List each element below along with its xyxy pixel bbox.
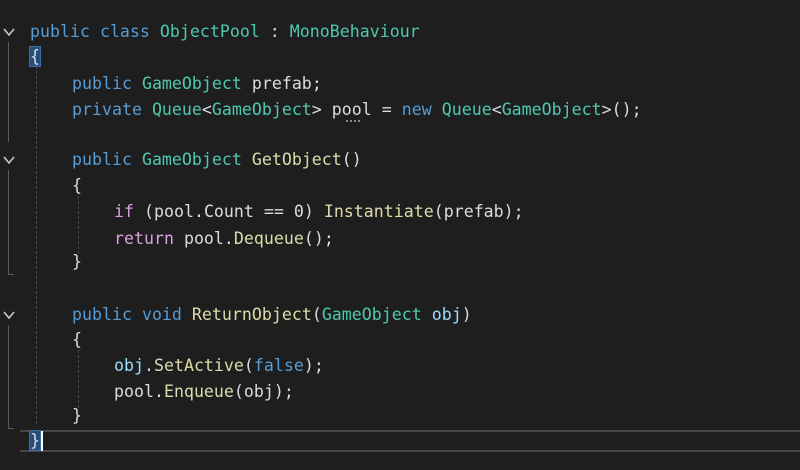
- suggestion-squiggle: [346, 117, 360, 122]
- code-line-close-brace[interactable]: }: [72, 250, 82, 274]
- code-line-close-brace[interactable]: }: [72, 404, 82, 428]
- punctuation: (: [311, 305, 322, 324]
- keyword: new: [401, 100, 432, 119]
- operator: :: [259, 22, 290, 41]
- code-line-return-statement[interactable]: return pool.Dequeue();: [114, 227, 334, 251]
- punctuation: (: [133, 202, 154, 221]
- method-name: Enqueue: [163, 382, 234, 401]
- current-line-highlight: [20, 430, 800, 452]
- type-name: GameObject: [211, 100, 312, 119]
- code-line-returnobject-signature[interactable]: public void ReturnObject(GameObject obj): [72, 303, 472, 327]
- control-keyword: return: [114, 229, 174, 248]
- punctuation: ): [461, 305, 472, 324]
- method-name: ReturnObject: [191, 305, 312, 324]
- property: Count: [203, 202, 254, 221]
- indent-guide: [36, 46, 37, 424]
- code-line-class-declaration[interactable]: public class ObjectPool : MonoBehaviour: [30, 20, 420, 44]
- code-line-setactive-call[interactable]: obj.SetActive(false);: [114, 354, 324, 378]
- brace-highlighted: }: [29, 430, 41, 451]
- punctuation: ();: [611, 100, 642, 119]
- arguments: (obj);: [233, 382, 294, 401]
- fold-chevron-down-icon[interactable]: [3, 309, 15, 321]
- control-keyword: if: [114, 202, 134, 221]
- brace: {: [72, 176, 82, 195]
- method-name: Instantiate: [323, 202, 434, 221]
- punctuation: ;: [311, 74, 322, 93]
- arguments: (prefab);: [433, 202, 524, 221]
- fold-region-end: [8, 274, 14, 275]
- keyword: private: [72, 100, 142, 119]
- brace: {: [72, 330, 82, 349]
- field-name: prefab: [251, 74, 312, 93]
- code-line-open-brace[interactable]: {: [72, 174, 82, 198]
- punctuation: >: [311, 100, 322, 119]
- fold-chevron-down-icon[interactable]: [3, 26, 15, 38]
- keyword: public: [30, 22, 90, 41]
- brace: }: [72, 252, 82, 271]
- punctuation: );: [303, 356, 324, 375]
- keyword: public: [72, 74, 132, 93]
- type-name: Queue: [151, 100, 202, 119]
- indent-guide: [78, 196, 79, 254]
- expression: == 0): [253, 202, 324, 221]
- keyword: false: [253, 356, 304, 375]
- punctuation: >: [601, 100, 612, 119]
- code-line-close-brace[interactable]: }: [29, 429, 41, 453]
- brace-highlighted: {: [29, 46, 41, 67]
- keyword: public: [72, 305, 132, 324]
- code-editor[interactable]: public class ObjectPool : MonoBehaviour …: [0, 0, 800, 470]
- punctuation: <: [491, 100, 502, 119]
- punctuation: .: [223, 229, 234, 248]
- type-name: GameObject: [141, 74, 242, 93]
- type-name: Queue: [441, 100, 492, 119]
- identifier: obj: [114, 356, 144, 375]
- indent-guide: [78, 350, 79, 408]
- punctuation: <: [201, 100, 212, 119]
- identifier: pool: [153, 202, 194, 221]
- punctuation: .: [143, 356, 154, 375]
- text-cursor: [41, 431, 43, 451]
- type-name: GameObject: [501, 100, 602, 119]
- brace: }: [72, 406, 82, 425]
- keyword: class: [99, 22, 150, 41]
- punctuation: ();: [303, 229, 334, 248]
- base-class: MonoBehaviour: [289, 22, 420, 41]
- parameter-name: obj: [431, 305, 462, 324]
- method-name: SetActive: [153, 356, 244, 375]
- fold-region-line: [8, 170, 9, 274]
- type-name: GameObject: [321, 305, 422, 324]
- code-line-enqueue-call[interactable]: pool.Enqueue(obj);: [114, 380, 294, 404]
- method-name: GetObject: [251, 150, 342, 169]
- punctuation: .: [193, 202, 204, 221]
- method-name: Dequeue: [233, 229, 304, 248]
- operator: =: [371, 100, 402, 119]
- keyword: public: [72, 150, 132, 169]
- fold-region-end: [8, 428, 14, 429]
- class-name: ObjectPool: [159, 22, 260, 41]
- fold-region-line: [8, 42, 9, 142]
- code-line-open-brace[interactable]: {: [72, 328, 82, 352]
- identifier: pool: [114, 382, 154, 401]
- punctuation: (: [243, 356, 254, 375]
- code-line-if-statement[interactable]: if (pool.Count == 0) Instantiate(prefab)…: [114, 200, 524, 224]
- punctuation: .: [153, 382, 164, 401]
- code-line-open-brace[interactable]: {: [29, 45, 41, 69]
- keyword: void: [141, 305, 182, 324]
- punctuation: (): [341, 150, 362, 169]
- identifier: pool: [183, 229, 224, 248]
- code-line-prefab-field[interactable]: public GameObject prefab;: [72, 72, 322, 96]
- fold-region-line: [8, 325, 9, 428]
- fold-chevron-down-icon[interactable]: [3, 154, 15, 166]
- type-name: GameObject: [141, 150, 242, 169]
- code-line-getobject-signature[interactable]: public GameObject GetObject(): [72, 148, 362, 172]
